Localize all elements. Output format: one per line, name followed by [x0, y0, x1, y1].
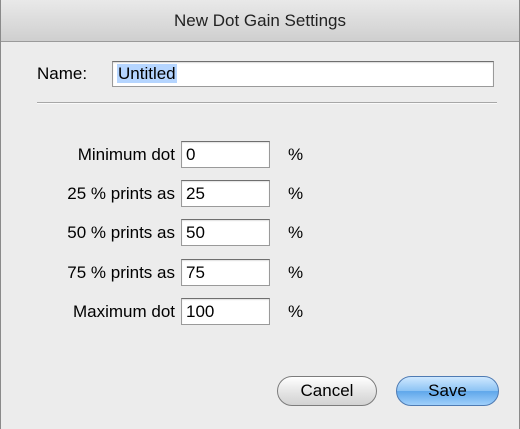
window-title: New Dot Gain Settings: [1, 0, 519, 42]
75-percent-unit: %: [288, 263, 304, 282]
cancel-button[interactable]: Cancel: [277, 376, 377, 406]
setting-row-25-percent: 25 % prints as 25 %: [1, 180, 520, 208]
setting-row-maximum-dot: Maximum dot 100 %: [1, 298, 520, 326]
maximum-dot-unit: %: [288, 302, 304, 321]
25-percent-input[interactable]: 25: [181, 180, 270, 207]
maximum-dot-input[interactable]: 100: [181, 298, 270, 325]
name-label: Name:: [37, 64, 88, 83]
25-percent-label: 25 % prints as: [67, 184, 175, 203]
50-percent-input[interactable]: 50: [181, 219, 270, 246]
setting-row-minimum-dot: Minimum dot 0 %: [1, 141, 520, 169]
divider: [37, 102, 497, 104]
name-input[interactable]: Untitled: [112, 61, 494, 87]
setting-row-50-percent: 50 % prints as 50 %: [1, 219, 520, 247]
save-button[interactable]: Save: [396, 376, 499, 406]
25-percent-unit: %: [288, 184, 304, 203]
minimum-dot-input[interactable]: 0: [181, 141, 270, 168]
minimum-dot-unit: %: [288, 145, 304, 164]
minimum-dot-label: Minimum dot: [77, 145, 175, 164]
setting-row-75-percent: 75 % prints as 75 %: [1, 259, 520, 287]
maximum-dot-label: Maximum dot: [72, 302, 175, 321]
75-percent-input[interactable]: 75: [181, 259, 270, 286]
75-percent-label: 75 % prints as: [67, 263, 175, 282]
dialog-window: New Dot Gain Settings Name: Untitled Min…: [0, 0, 520, 429]
50-percent-label: 50 % prints as: [67, 223, 175, 242]
name-input-value: Untitled: [117, 64, 177, 83]
50-percent-unit: %: [288, 223, 304, 242]
